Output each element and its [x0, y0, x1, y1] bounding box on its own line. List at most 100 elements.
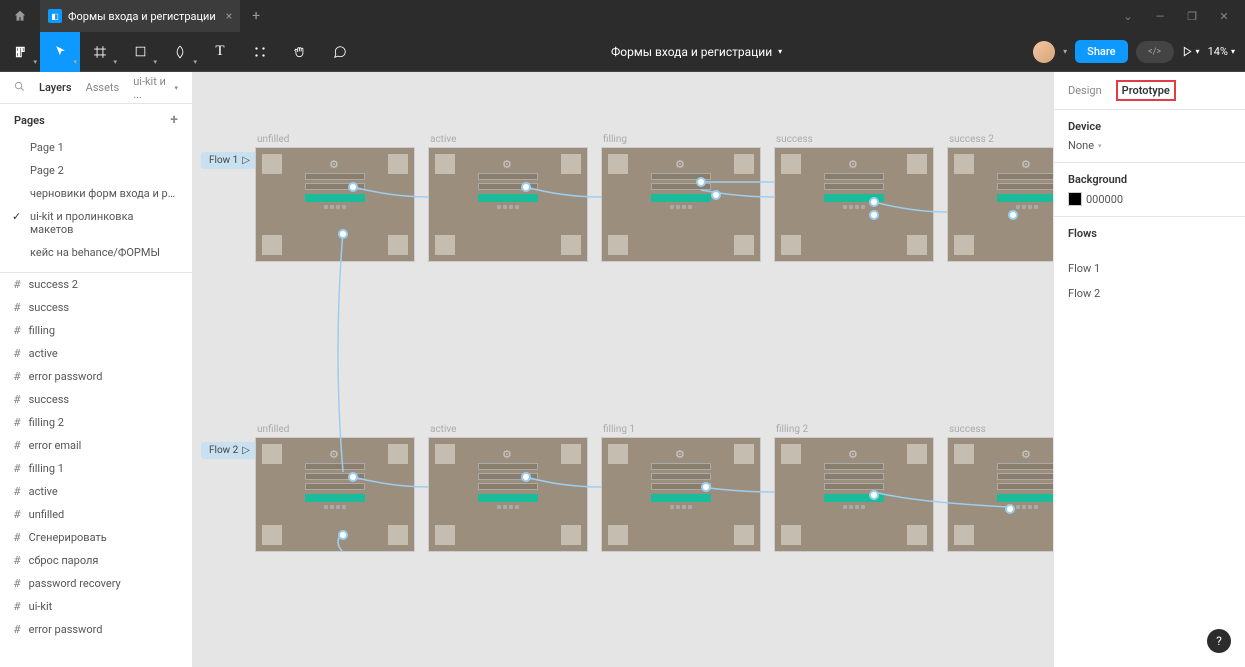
frame-icon: #: [14, 508, 21, 521]
layer-item[interactable]: #filling 1: [0, 457, 192, 480]
frame-icon: #: [14, 531, 21, 544]
new-tab-button[interactable]: +: [240, 0, 272, 32]
layer-item[interactable]: #Сгенерировать: [0, 526, 192, 549]
design-tab[interactable]: Design: [1068, 84, 1102, 97]
prototype-node[interactable]: [1008, 210, 1018, 220]
prototype-node[interactable]: [348, 182, 358, 192]
layer-item[interactable]: #ui-kit: [0, 595, 192, 618]
layer-item[interactable]: #filling 2: [0, 411, 192, 434]
layer-item[interactable]: #error password: [0, 365, 192, 388]
layers-list: #success 2 #success #filling #active #er…: [0, 272, 192, 667]
page-item[interactable]: Page 1: [0, 136, 192, 159]
main-menu-button[interactable]: ▾: [0, 32, 40, 72]
page-item[interactable]: Page 2: [0, 159, 192, 182]
frame-icon: #: [14, 278, 21, 291]
layer-item[interactable]: #success: [0, 296, 192, 319]
right-panel: Design Prototype Device None▾ Background…: [1053, 72, 1245, 667]
frame-icon: #: [14, 393, 21, 406]
chevron-down-icon[interactable]: ⌄: [1121, 9, 1135, 23]
figma-file-icon: ◧: [48, 9, 62, 23]
layer-item[interactable]: #password recovery: [0, 572, 192, 595]
shape-tool[interactable]: ▾: [120, 32, 160, 72]
hand-tool[interactable]: [280, 32, 320, 72]
prototype-node[interactable]: [869, 197, 879, 207]
resources-tool[interactable]: [240, 32, 280, 72]
layer-item[interactable]: #error password: [0, 618, 192, 641]
toolbar: ▾ ▾ ▾ ▾ ▾ T Формы входа и регистрации ▾ …: [0, 32, 1245, 72]
page-item[interactable]: кейс на behance/ФОРМЫ: [0, 241, 192, 264]
frame-icon: #: [14, 623, 21, 636]
prototype-node[interactable]: [348, 472, 358, 482]
pages-list: Page 1 Page 2 черновики форм входа и рег…: [0, 136, 192, 272]
search-icon[interactable]: [14, 81, 25, 95]
file-title[interactable]: Формы входа и регистрации: [611, 45, 772, 59]
pen-tool[interactable]: ▾: [160, 32, 200, 72]
prototype-node[interactable]: [521, 472, 531, 482]
comment-tool[interactable]: [320, 32, 360, 72]
minimize-icon[interactable]: —: [1153, 9, 1167, 23]
close-window-icon[interactable]: ✕: [1217, 9, 1231, 23]
frame-icon: #: [14, 462, 21, 475]
flows-label: Flows: [1068, 227, 1231, 240]
page-item[interactable]: черновики форм входа и реги...: [0, 182, 192, 205]
titlebar: ◧ Формы входа и регистрации × + ⌄ — ❐ ✕: [0, 0, 1245, 32]
canvas[interactable]: Flow 1▷ unfilled active filling success …: [193, 72, 1053, 667]
prototype-node[interactable]: [711, 190, 721, 200]
frame-icon: #: [14, 416, 21, 429]
frame-icon: #: [14, 600, 21, 613]
flow-item[interactable]: Flow 1: [1054, 256, 1245, 281]
prototype-node[interactable]: [338, 530, 348, 540]
assets-tab[interactable]: Assets: [86, 81, 120, 94]
layer-item[interactable]: #success 2: [0, 273, 192, 296]
layer-item[interactable]: #error email: [0, 434, 192, 457]
close-icon[interactable]: ×: [226, 9, 232, 23]
flow-item[interactable]: Flow 2: [1054, 281, 1245, 306]
frame-icon: #: [14, 301, 21, 314]
layers-tab[interactable]: Layers: [39, 81, 72, 94]
prototype-node[interactable]: [696, 177, 706, 187]
prototype-node[interactable]: [338, 229, 348, 239]
dev-mode-toggle[interactable]: </>: [1136, 41, 1174, 63]
prototype-node[interactable]: [869, 210, 879, 220]
help-button[interactable]: ?: [1207, 629, 1231, 653]
prototype-node[interactable]: [1005, 504, 1015, 514]
layer-item[interactable]: #unfilled: [0, 503, 192, 526]
page-item[interactable]: ui-kit и пролинковка макетов: [0, 205, 192, 241]
frame-icon: #: [14, 577, 21, 590]
zoom-control[interactable]: 14%▾: [1208, 45, 1235, 58]
prototype-node[interactable]: [869, 490, 879, 500]
frame-tool[interactable]: ▾: [80, 32, 120, 72]
frame-icon: #: [14, 370, 21, 383]
frame-icon: #: [14, 347, 21, 360]
background-color[interactable]: 000000: [1068, 192, 1231, 206]
chevron-down-icon[interactable]: ▾: [778, 47, 782, 56]
left-panel: Layers Assets ui-kit и ...▾ Pages + Page…: [0, 72, 193, 667]
frame-icon: #: [14, 554, 21, 567]
chevron-down-icon[interactable]: ▾: [1063, 47, 1067, 56]
layer-item[interactable]: #filling: [0, 319, 192, 342]
layer-item[interactable]: #active: [0, 480, 192, 503]
device-dropdown[interactable]: None▾: [1068, 139, 1231, 152]
maximize-icon[interactable]: ❐: [1185, 9, 1199, 23]
file-tab[interactable]: ◧ Формы входа и регистрации ×: [40, 0, 240, 32]
share-button[interactable]: Share: [1075, 40, 1127, 63]
frame-icon: #: [14, 485, 21, 498]
page-dropdown[interactable]: ui-kit и ...▾: [133, 75, 178, 101]
user-avatar[interactable]: [1033, 41, 1055, 63]
device-label: Device: [1068, 120, 1231, 133]
frame-icon: #: [14, 324, 21, 337]
prototype-tab[interactable]: Prototype: [1116, 80, 1176, 101]
text-tool[interactable]: T: [200, 32, 240, 72]
home-button[interactable]: [0, 0, 40, 32]
layer-item[interactable]: #success: [0, 388, 192, 411]
prototype-node[interactable]: [521, 182, 531, 192]
pages-header: Pages: [14, 114, 45, 127]
background-label: Background: [1068, 173, 1231, 186]
layer-item[interactable]: #сброс пароля: [0, 549, 192, 572]
add-page-button[interactable]: +: [170, 112, 178, 128]
move-tool[interactable]: ▾: [40, 32, 80, 72]
present-button[interactable]: ▾: [1182, 46, 1200, 57]
layer-item[interactable]: #active: [0, 342, 192, 365]
prototype-node[interactable]: [701, 482, 711, 492]
color-swatch: [1068, 192, 1082, 206]
